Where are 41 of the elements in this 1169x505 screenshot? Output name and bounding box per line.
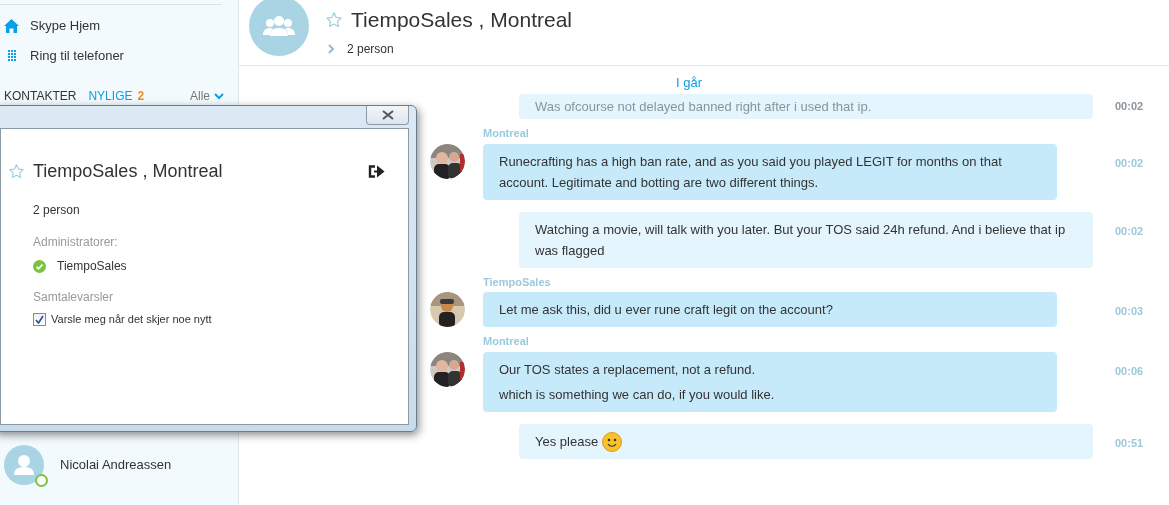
message-text: Watching a movie, will talk with you later. But your TOS said 24h refund. And i believe that ip was flagged [535, 220, 1067, 260]
tab[interactable]: KONTAKTER [4, 87, 77, 105]
avatar-icon [4, 445, 44, 485]
member-count: 2 person [33, 202, 81, 219]
message-text: Let me ask this, did u ever rune craft legit on the account? [499, 301, 834, 319]
message-text: Yes please [535, 430, 1077, 453]
message-time: 00:03 [1115, 304, 1144, 319]
star-icon[interactable] [8, 163, 25, 180]
conversation-title: TiempoSales , Montreal [351, 7, 572, 33]
message-time: 00:02 [1115, 223, 1144, 239]
leave-icon[interactable] [368, 165, 385, 178]
check-icon [35, 314, 44, 324]
date-label: I går [676, 73, 702, 92]
message-time: 00:02 [1115, 155, 1144, 171]
home-icon [4, 19, 19, 33]
message-text: Runecrafting has a high ban rate, and as you said you played LEGIT for months on that account. Legitimate and botting are two different things. [499, 152, 1003, 192]
message-time: 00:02 [1115, 99, 1144, 114]
section-label: Samtalevarsler [33, 289, 115, 306]
nav-item[interactable]: Skype Hjem [0, 17, 238, 35]
message-text: which is something we can do, if you would like. [499, 385, 776, 404]
dialog-title: TiempoSales , Montreal [33, 160, 223, 183]
check-circle-icon [33, 259, 46, 273]
close-button[interactable] [366, 106, 409, 125]
close-icon [381, 110, 394, 120]
message-time: 00:06 [1115, 363, 1144, 379]
member-count: 2 person [347, 40, 394, 58]
sender-name: Montreal [483, 334, 530, 349]
message-time: 00:51 [1115, 435, 1144, 451]
sender-name: Montreal [483, 126, 530, 141]
nav-item[interactable]: Ring til telefoner [0, 47, 238, 65]
message-text: Our TOS states a replacement, not a refund. [499, 360, 757, 379]
filter-dropdown[interactable]: Alle [190, 87, 224, 105]
admin-name: TiempoSales [57, 258, 127, 275]
star-icon[interactable] [325, 10, 343, 29]
chevron-icon [214, 92, 224, 100]
alert-checkbox[interactable]: Varsle meg når det skjer noe nytt [33, 311, 388, 328]
sender-name: TiempoSales [483, 274, 552, 290]
message-text: Was ofcourse not delayed banned right after i used that ip. [535, 98, 873, 116]
section-label: Administratorer: [33, 234, 119, 251]
checkbox[interactable] [33, 312, 46, 326]
contact-item[interactable]: Nicolai Andreassen [0, 445, 238, 485]
